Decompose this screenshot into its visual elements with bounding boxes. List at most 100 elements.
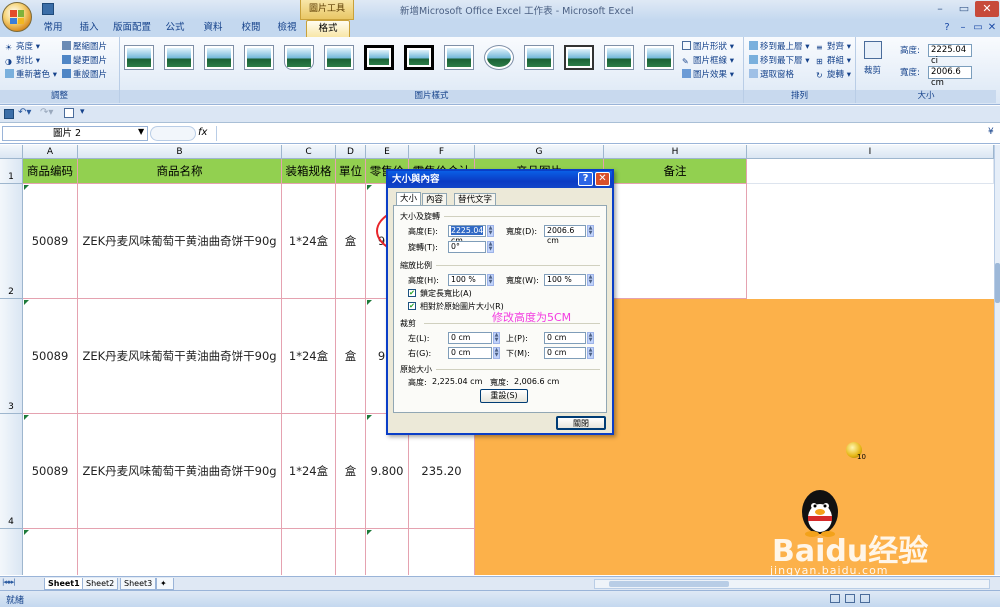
- close-icon[interactable]: ✕: [975, 1, 999, 17]
- picture-border-button[interactable]: ✎ 圖片框線 ▾: [682, 55, 734, 67]
- horizontal-scroll-thumb[interactable]: [609, 581, 729, 587]
- recolor-button[interactable]: 重新著色 ▾: [5, 69, 57, 81]
- header-cell-unit[interactable]: 單位: [336, 159, 366, 184]
- cell-spec[interactable]: 1*24盒: [282, 184, 336, 299]
- error-indicator[interactable]: [24, 300, 29, 305]
- rotation-input[interactable]: 0°: [448, 241, 486, 253]
- cell-code[interactable]: 50089: [23, 299, 78, 414]
- tab-view[interactable]: 檢視: [272, 20, 302, 37]
- compress-pictures-button[interactable]: 壓縮圖片: [62, 41, 107, 53]
- style-thumb[interactable]: [444, 45, 474, 70]
- close-button[interactable]: 關閉: [556, 416, 606, 430]
- sheet-tab-3[interactable]: Sheet3: [120, 578, 157, 590]
- scale-height-spinner[interactable]: ▲ ▼: [487, 274, 494, 286]
- style-thumb[interactable]: [164, 45, 194, 70]
- insert-function-icon[interactable]: fx: [198, 127, 207, 138]
- crop-top-spinner[interactable]: ▲ ▼: [587, 332, 594, 344]
- style-thumb[interactable]: [284, 45, 314, 70]
- dialog-help-icon[interactable]: ?: [578, 172, 593, 186]
- cell-name[interactable]: ZEK丹麦风味葡萄干黄油曲奇饼干90g: [78, 299, 282, 414]
- header-cell-notes[interactable]: 备注: [604, 159, 747, 184]
- header-cell-spec[interactable]: 装箱规格: [282, 159, 336, 184]
- cell[interactable]: [282, 529, 336, 575]
- header-cell-name[interactable]: 商品名称: [78, 159, 282, 184]
- scale-width-input[interactable]: 100 %: [544, 274, 586, 286]
- maximize-icon[interactable]: ▭: [952, 1, 976, 17]
- width-spinner[interactable]: ▲ ▼: [587, 225, 594, 237]
- error-indicator[interactable]: [367, 530, 372, 535]
- column-header-c[interactable]: C: [282, 145, 336, 159]
- column-header-d[interactable]: D: [336, 145, 366, 159]
- height-input[interactable]: 2225.04 cm: [448, 225, 486, 245]
- office-button[interactable]: [2, 2, 32, 32]
- sheet-nav-icons[interactable]: |◂◂▸▸|: [2, 578, 16, 586]
- tab-page-layout[interactable]: 版面配置: [110, 20, 154, 37]
- tab-format[interactable]: 格式: [306, 20, 350, 37]
- style-thumb[interactable]: [524, 45, 554, 70]
- error-indicator[interactable]: [24, 415, 29, 420]
- tab-formulas[interactable]: 公式: [160, 20, 190, 37]
- style-thumb[interactable]: [404, 45, 434, 70]
- row-header-3[interactable]: 3: [0, 299, 23, 414]
- save-icon[interactable]: [4, 109, 14, 119]
- ribbon-width-field[interactable]: 2006.6 cm: [928, 66, 972, 88]
- select-all-corner[interactable]: [0, 145, 23, 159]
- crop-top-input[interactable]: 0 cm: [544, 332, 586, 344]
- cell-notes[interactable]: [604, 184, 747, 299]
- ribbon-restore-icon[interactable]: ▭: [971, 22, 985, 35]
- dialog-title-bar[interactable]: 大小與內容 ? ✕: [388, 171, 612, 188]
- style-thumb[interactable]: [124, 45, 154, 70]
- help-icon[interactable]: ?: [940, 22, 954, 35]
- style-thumb[interactable]: [644, 45, 674, 70]
- expand-formula-icon[interactable]: ¥: [988, 127, 994, 137]
- cell[interactable]: [366, 529, 409, 575]
- cell[interactable]: [336, 529, 366, 575]
- error-indicator[interactable]: [367, 300, 372, 305]
- name-box[interactable]: 圖片 2: [2, 126, 148, 141]
- change-picture-button[interactable]: 變更圖片: [62, 55, 107, 67]
- reset-picture-button[interactable]: 重設圖片: [62, 69, 107, 81]
- insert-sheet-icon[interactable]: ✦: [156, 578, 174, 590]
- cell[interactable]: [747, 159, 994, 184]
- vertical-scroll-thumb[interactable]: [995, 263, 1000, 303]
- formula-expand-control[interactable]: [150, 126, 196, 141]
- bring-to-front-button[interactable]: 移到最上層 ▾: [749, 41, 809, 53]
- normal-view-icon[interactable]: [830, 594, 840, 603]
- cell[interactable]: [78, 529, 282, 575]
- picture-effects-button[interactable]: 圖片效果 ▾: [682, 69, 734, 81]
- row-header-5[interactable]: [0, 529, 23, 575]
- picture-shape-button[interactable]: 圖片形狀 ▾: [682, 41, 734, 53]
- error-indicator[interactable]: [24, 530, 29, 535]
- scale-width-spinner[interactable]: ▲ ▼: [587, 274, 594, 286]
- style-thumb[interactable]: [484, 45, 514, 70]
- crop-left-input[interactable]: 0 cm: [448, 332, 492, 344]
- rotate-button[interactable]: ↻ 旋轉 ▾: [816, 69, 851, 81]
- name-box-dropdown-icon[interactable]: ▼: [138, 127, 144, 136]
- ribbon-minimize-icon[interactable]: –: [956, 22, 970, 35]
- column-header-i[interactable]: I: [747, 145, 994, 159]
- row-header-4[interactable]: 4: [0, 414, 23, 529]
- sheet-tab-1[interactable]: Sheet1: [44, 578, 84, 590]
- contrast-button[interactable]: ◑ 對比 ▾: [5, 55, 40, 67]
- style-thumb[interactable]: [204, 45, 234, 70]
- minimize-icon[interactable]: –: [928, 1, 952, 17]
- tab-insert[interactable]: 插入: [74, 20, 104, 37]
- formula-input[interactable]: [216, 126, 986, 141]
- cell-code[interactable]: 50089: [23, 184, 78, 299]
- crop-right-input[interactable]: 0 cm: [448, 347, 492, 359]
- cell[interactable]: [23, 529, 78, 575]
- column-header-g[interactable]: G: [475, 145, 604, 159]
- style-thumb[interactable]: [564, 45, 594, 70]
- group-button[interactable]: ⊞ 群組 ▾: [816, 55, 851, 67]
- error-indicator[interactable]: [367, 185, 372, 190]
- column-header-a[interactable]: A: [23, 145, 78, 159]
- dialog-close-icon[interactable]: ✕: [595, 172, 610, 186]
- dialog-tab-size[interactable]: 大小: [396, 192, 422, 206]
- cell-unit[interactable]: 盒: [336, 414, 366, 529]
- column-header-f[interactable]: F: [409, 145, 475, 159]
- lock-aspect-checkbox[interactable]: ✔: [408, 289, 416, 297]
- sheet-tab-2[interactable]: Sheet2: [82, 578, 119, 590]
- column-header-h[interactable]: H: [604, 145, 747, 159]
- undo-icon[interactable]: ↶▾: [18, 107, 31, 118]
- reset-button[interactable]: 重設(S): [480, 389, 528, 403]
